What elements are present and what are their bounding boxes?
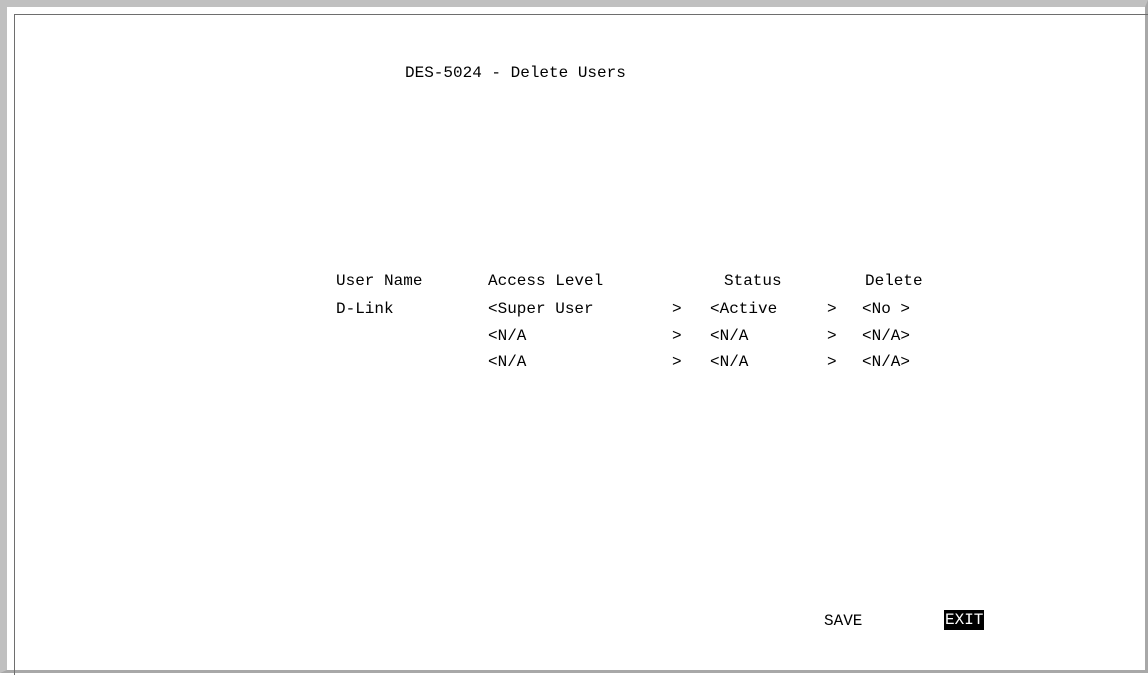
column-header-user-name: User Name — [336, 272, 423, 290]
delete-toggle[interactable]: <No > — [862, 299, 910, 319]
console-window: DES-5024 - Delete Users User Name Access… — [0, 0, 1148, 675]
access-level-toggle[interactable]: <Super User — [488, 299, 594, 319]
delete-toggle[interactable]: <N/A> — [862, 352, 910, 372]
save-button[interactable]: SAVE — [824, 611, 862, 631]
page-title: DES-5024 - Delete Users — [405, 64, 626, 82]
status-toggle[interactable]: <Active — [710, 299, 777, 319]
access-level-toggle[interactable]: <N/A — [488, 352, 526, 372]
status-toggle[interactable]: <N/A — [710, 352, 748, 372]
access-level-arrow: > — [672, 353, 682, 371]
delete-toggle[interactable]: <N/A> — [862, 326, 910, 346]
status-arrow: > — [827, 327, 837, 345]
status-arrow: > — [827, 353, 837, 371]
exit-button[interactable]: EXIT — [944, 610, 985, 630]
access-level-arrow: > — [672, 327, 682, 345]
status-toggle[interactable]: <N/A — [710, 326, 748, 346]
column-header-status: Status — [724, 272, 782, 290]
access-level-toggle[interactable]: <N/A — [488, 326, 526, 346]
column-header-delete: Delete — [865, 272, 923, 290]
column-header-access-level: Access Level — [488, 272, 604, 290]
access-level-arrow: > — [672, 300, 682, 318]
status-arrow: > — [827, 300, 837, 318]
user-name-cell: D-Link — [336, 300, 394, 318]
console-screen — [14, 14, 1148, 675]
